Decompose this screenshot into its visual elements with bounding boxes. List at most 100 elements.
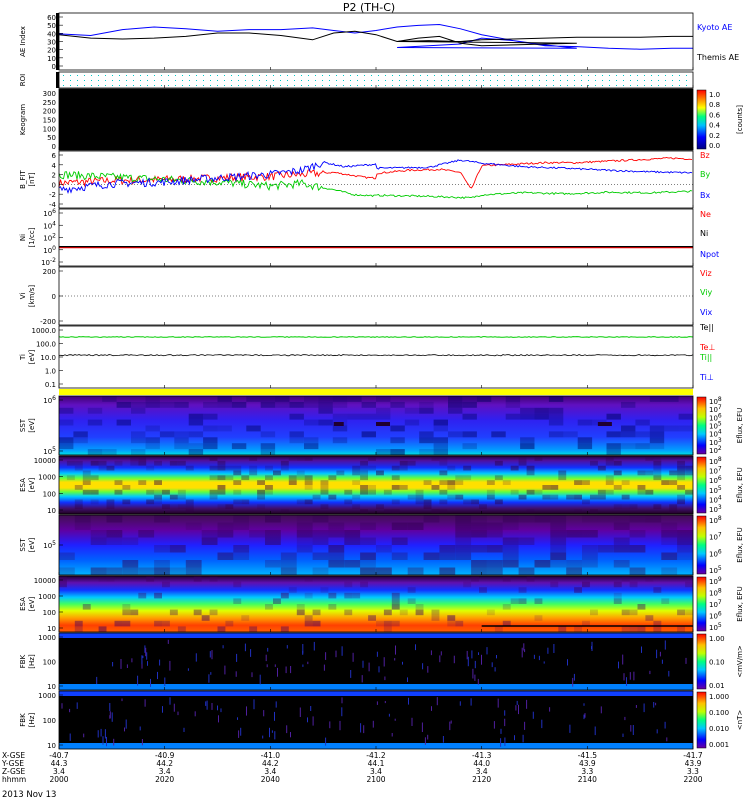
footer-value: 2040 [261, 775, 280, 784]
roi-dot [448, 85, 449, 86]
roi-dot [217, 85, 218, 86]
sst-electron-cell [185, 560, 202, 568]
esa-electron-cell [399, 609, 408, 616]
esa-ion-cell [368, 456, 376, 461]
roi-dot [91, 85, 92, 86]
roi-axis-bar [56, 72, 59, 88]
fbk-bfield-spike [664, 721, 666, 729]
roi-dot [259, 75, 260, 76]
esa-ion-cell [98, 460, 107, 466]
roi-dot [427, 80, 428, 81]
fbk-efield-spike [427, 666, 429, 673]
esa-ion-cell [209, 489, 218, 495]
esa-ion-cell [391, 475, 400, 481]
sst-ion-cell [520, 443, 535, 450]
fbk-efield-spike [167, 639, 169, 644]
sst-electron-cell [518, 567, 535, 575]
sst-ion-cell [520, 413, 535, 420]
ae-tick: 20 [47, 47, 56, 55]
fbk-efield-spike [126, 664, 128, 668]
sst-ion-cell [260, 431, 276, 438]
fbk-efield-spike [618, 661, 619, 669]
sst-electron-cell [169, 545, 186, 553]
roi-dot [343, 85, 344, 86]
roi-dot [287, 80, 288, 81]
roi-dot [469, 80, 470, 81]
roi-dot [553, 80, 554, 81]
esa-ion-cell [265, 475, 273, 481]
fbk-efield-ylabel: FBK [19, 654, 27, 668]
sst-electron-cell [185, 522, 202, 530]
roi-dot [371, 80, 372, 81]
roi-dot [441, 80, 442, 81]
sst-electron-cell [407, 522, 424, 530]
roi-dot [98, 85, 99, 86]
fbk-bfield-spike [69, 733, 71, 741]
esa-ion-cell [82, 489, 91, 495]
roi-dot [616, 85, 617, 86]
esa-ion-tick: 1000 [38, 474, 56, 482]
esa-electron-cell [273, 598, 281, 604]
esa-ion-cell [130, 460, 139, 466]
esa-ion-cell [66, 475, 75, 481]
fbk-bfield-spike [360, 723, 362, 733]
fbk-bfield-spike [194, 711, 196, 717]
roi-dot [385, 75, 386, 76]
sst-ion-cell [606, 413, 621, 420]
sst-ion-cell [73, 437, 88, 444]
sst-electron-cell [455, 537, 472, 545]
roi-dot [322, 85, 323, 86]
sst-electron-cell [154, 567, 170, 575]
fbk-bfield-spike [329, 721, 331, 729]
esa-ion-cell [526, 465, 535, 471]
fbk-bfield-spike [109, 703, 111, 712]
sst-electron-cell [296, 545, 313, 553]
esa-ion-cell [138, 456, 147, 461]
esa-ion-cell [90, 489, 99, 495]
sst-electron-cell [613, 515, 630, 523]
fbk-bfield-spike [514, 735, 515, 741]
fbk-efield-tick: 10 [47, 683, 56, 691]
fbk-efield-spike [629, 672, 631, 680]
sst-ion-cell [188, 449, 204, 455]
roi-dot [511, 85, 512, 86]
roi-dot [595, 80, 596, 81]
sst-ion-cell [361, 431, 376, 438]
fbk-bfield-spike [263, 710, 265, 717]
sst-ion-cell [548, 419, 564, 426]
roi-dot [511, 75, 512, 76]
roi-dot [462, 85, 463, 86]
roi-dot [245, 75, 246, 76]
esa-electron-cell [510, 598, 519, 604]
roi-dot [224, 75, 225, 76]
velocity-tick: 200 [43, 268, 56, 276]
roi-dot [245, 85, 246, 86]
esa-electron-cell [114, 620, 123, 627]
roi-dot [504, 85, 505, 86]
sst-electron-cell [90, 567, 107, 575]
esa-ion-cell [637, 485, 646, 490]
roi-dot [469, 75, 470, 76]
roi-dot [238, 85, 239, 86]
roi-dot [203, 85, 204, 86]
esa-ion-cell [439, 509, 448, 514]
esa-ion-cell [463, 475, 472, 481]
roi-dot [623, 85, 624, 86]
fbk-bfield-spike [442, 736, 444, 743]
density-tick: 104 [43, 220, 56, 230]
sst-ion-cell [145, 425, 160, 432]
roi-dot [336, 75, 337, 76]
sst-ion-cell [289, 431, 304, 438]
fbk-efield-tick: 100 [43, 659, 56, 667]
sst-electron-cell [312, 515, 329, 523]
bfield-tick: 2 [52, 172, 56, 180]
sst-ion-cell [203, 401, 218, 408]
roi-dot [119, 75, 120, 76]
sst-electron-cell [360, 522, 376, 530]
esa-ion-cell [154, 489, 162, 495]
sst-ion-cell [635, 419, 650, 426]
esa-ion-cell [471, 499, 479, 505]
fbk-bfield-tick: 1000 [38, 692, 56, 700]
sst-electron-cell [661, 552, 678, 560]
sst-ion-cell [606, 431, 621, 438]
